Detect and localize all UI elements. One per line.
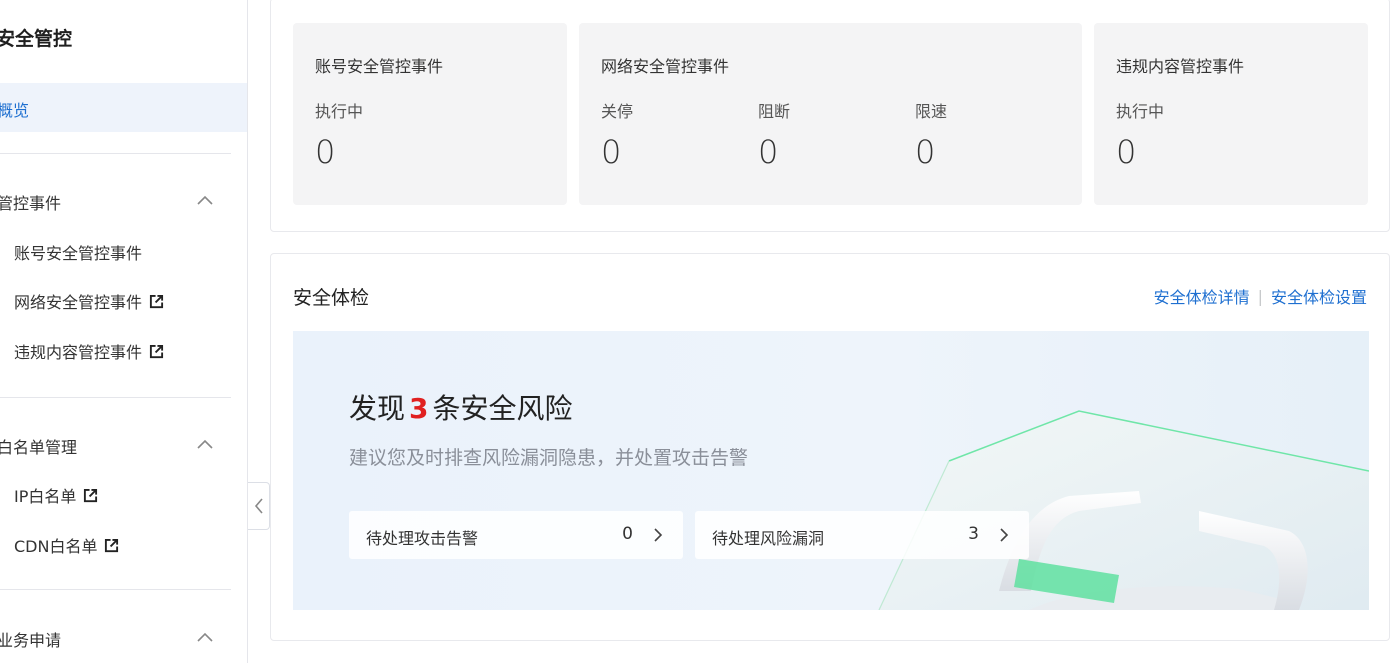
chevron-right-icon — [1000, 528, 1009, 542]
sidebar-item-content-events[interactable]: 违规内容管控事件 — [14, 339, 164, 363]
external-link-icon — [84, 488, 98, 502]
stat-value-ratelimit: 0 — [915, 133, 936, 171]
stat-value-block: 0 — [758, 133, 779, 171]
security-check-links: 安全体检详情 | 安全体检设置 — [1154, 284, 1367, 308]
sidebar-collapse-button[interactable] — [248, 482, 270, 530]
pending-count: 3 — [968, 524, 979, 544]
pending-count: 0 — [622, 524, 633, 544]
sidebar-item-label: 违规内容管控事件 — [14, 343, 143, 362]
chevron-right-icon — [654, 528, 663, 542]
sidebar-divider — [0, 589, 231, 590]
external-link-icon — [149, 294, 164, 308]
stat-label-ratelimit: 限速 — [915, 102, 948, 121]
sidebar-divider — [0, 397, 231, 398]
risk-subtitle: 建议您及时排查风险漏洞隐患，并处置攻击告警 — [349, 447, 749, 469]
pending-attack-alerts[interactable]: 待处理攻击告警 0 — [349, 511, 683, 559]
sidebar-item-label: 网络安全管控事件 — [14, 293, 143, 312]
sidebar-divider — [0, 153, 231, 154]
network-events-stat[interactable]: 网络安全管控事件 关停 0 阻断 0 限速 0 — [579, 23, 1082, 205]
headline-suffix: 条安全风险 — [432, 392, 573, 425]
pending-label: 待处理风险漏洞 — [712, 529, 825, 548]
chevron-up-icon[interactable] — [196, 631, 214, 643]
sidebar-item-label: 概览 — [0, 101, 30, 120]
sidebar-group-whitelist[interactable]: 白名单管理 — [0, 434, 77, 458]
stat-value-shutdown: 0 — [601, 133, 622, 171]
stat-title: 账号安全管控事件 — [315, 57, 444, 76]
stat-label: 执行中 — [1116, 102, 1165, 121]
sidebar: 安全管控 概览 管控事件 账号安全管控事件 网络安全管控事件 违规内容管控事件 … — [0, 0, 248, 663]
stat-label-block: 阻断 — [758, 102, 791, 121]
chevron-left-icon — [254, 498, 263, 514]
stat-label: 执行中 — [315, 102, 364, 121]
section-title: 安全体检 — [293, 287, 370, 309]
stat-label-shutdown: 关停 — [601, 102, 634, 121]
pending-label: 待处理攻击告警 — [366, 529, 479, 548]
security-check-card: 安全体检 安全体检详情 | 安全体检设置 发现 3 条安全风险 建议您及时排查风… — [270, 253, 1390, 641]
security-illustration — [878, 410, 1369, 610]
stat-value: 0 — [1116, 133, 1137, 171]
content-events-stat[interactable]: 违规内容管控事件 执行中 0 — [1094, 23, 1368, 205]
external-link-icon — [105, 538, 119, 552]
sidebar-item-label: IP白名单 — [14, 487, 77, 506]
stat-title: 网络安全管控事件 — [601, 57, 730, 76]
external-link-icon — [149, 344, 164, 358]
chevron-up-icon[interactable] — [196, 194, 214, 206]
sidebar-group-business-requests[interactable]: 业务申请 — [0, 627, 61, 651]
sidebar-item-cdn-whitelist[interactable]: CDN白名单 — [14, 533, 119, 557]
sidebar-item-network-events[interactable]: 网络安全管控事件 — [14, 289, 164, 313]
security-check-settings-link[interactable]: 安全体检设置 — [1271, 284, 1367, 308]
stat-value: 0 — [315, 133, 336, 171]
sidebar-title: 安全管控 — [0, 28, 73, 50]
link-separator: | — [1257, 286, 1263, 306]
sidebar-item-overview[interactable]: 概览 — [0, 83, 247, 132]
risk-banner: 发现 3 条安全风险 建议您及时排查风险漏洞隐患，并处置攻击告警 待处理攻击告警 0… — [293, 331, 1369, 610]
sidebar-item-ip-whitelist[interactable]: IP白名单 — [14, 483, 98, 507]
sidebar-group-control-events[interactable]: 管控事件 — [0, 190, 61, 214]
account-events-stat[interactable]: 账号安全管控事件 执行中 0 — [293, 23, 567, 205]
sidebar-item-label: CDN白名单 — [14, 537, 98, 556]
chevron-up-icon[interactable] — [196, 438, 214, 450]
risk-count: 3 — [409, 392, 429, 425]
risk-headline: 发现 3 条安全风险 — [349, 387, 573, 427]
headline-prefix: 发现 — [349, 392, 406, 425]
control-events-summary: 账号安全管控事件 执行中 0 网络安全管控事件 关停 0 阻断 0 限速 0 违… — [270, 0, 1390, 232]
sidebar-item-account-events[interactable]: 账号安全管控事件 — [14, 240, 142, 264]
security-check-details-link[interactable]: 安全体检详情 — [1154, 284, 1250, 308]
pending-risk-vulnerabilities[interactable]: 待处理风险漏洞 3 — [695, 511, 1029, 559]
stat-title: 违规内容管控事件 — [1116, 57, 1245, 76]
sidebar-item-label: 账号安全管控事件 — [14, 244, 143, 263]
